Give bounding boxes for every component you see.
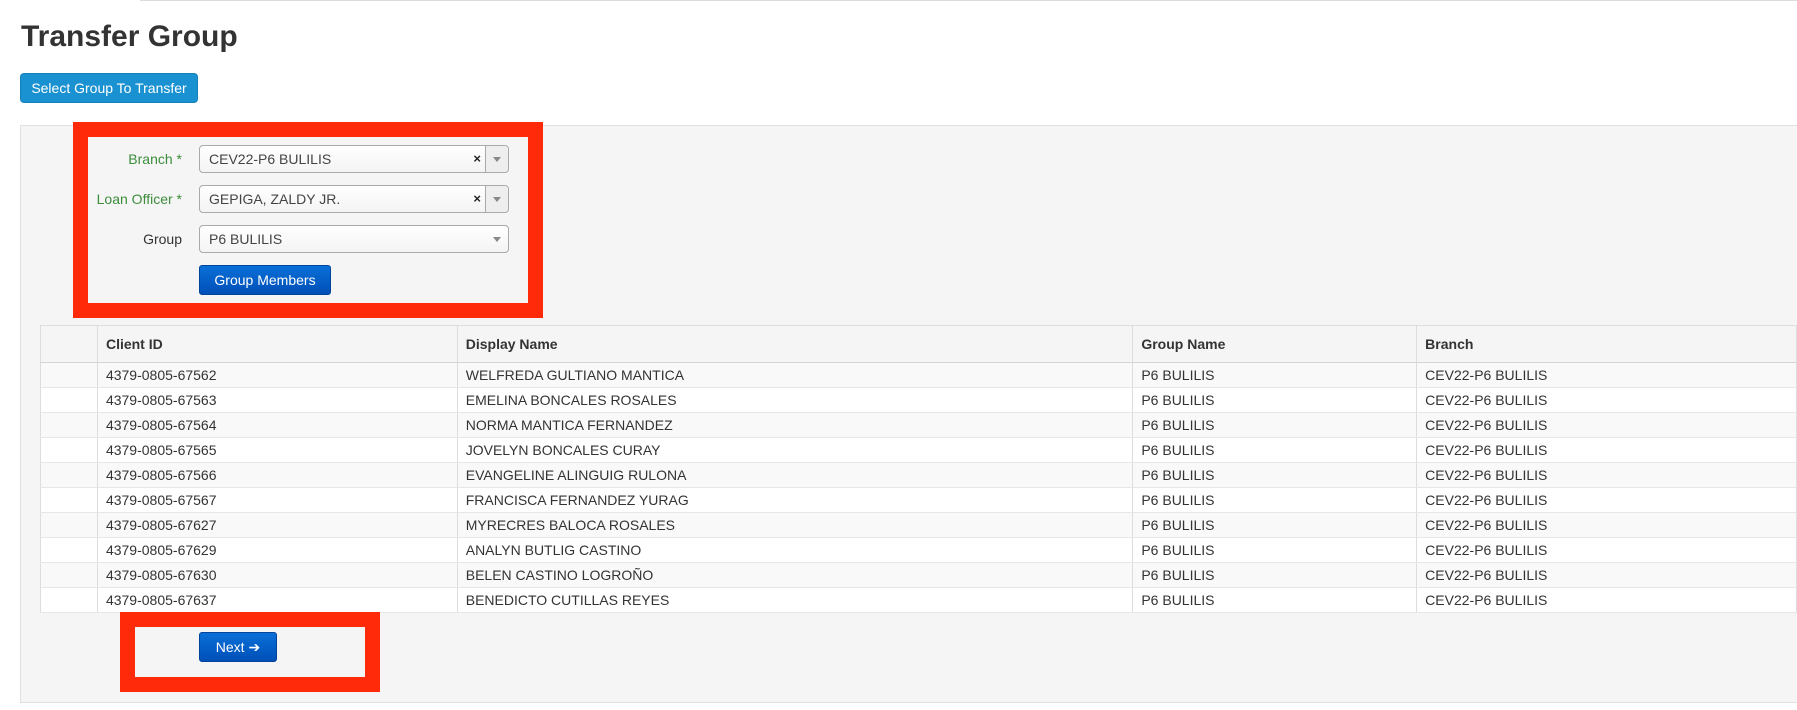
client-id-cell: 4379-0805-67637 — [96, 587, 458, 613]
column-header — [40, 325, 98, 363]
row-selector-cell — [40, 587, 98, 613]
display-name-cell: BELEN CASTINO LOGROÑO — [456, 562, 1134, 588]
table-row[interactable]: 4379-0805-67567 FRANCISCA FERNANDEZ YURAG… — [40, 487, 1797, 513]
select-group-to-transfer-button[interactable]: Select Group To Transfer — [20, 73, 198, 103]
column-header-display-name: Display Name — [456, 325, 1134, 363]
display-name-cell: WELFREDA GULTIANO MANTICA — [456, 362, 1134, 388]
branch-cell: CEV22-P6 BULILIS — [1416, 362, 1797, 388]
branch-cell: CEV22-P6 BULILIS — [1416, 462, 1797, 488]
branch-cell: CEV22-P6 BULILIS — [1416, 537, 1797, 563]
group-name-cell: P6 BULILIS — [1132, 512, 1418, 538]
table-row[interactable]: 4379-0805-67562 WELFREDA GULTIANO MANTICA… — [40, 362, 1797, 388]
client-id-cell: 4379-0805-67563 — [96, 387, 458, 413]
group-name-cell: P6 BULILIS — [1132, 362, 1418, 388]
top-divider — [140, 0, 1797, 1]
display-name-cell: NORMA MANTICA FERNANDEZ — [456, 412, 1134, 438]
annotation-highlight-form — [73, 122, 543, 318]
table-row[interactable]: 4379-0805-67564 NORMA MANTICA FERNANDEZ P6… — [40, 412, 1797, 438]
column-header-group-name: Group Name — [1132, 325, 1418, 363]
branch-cell: CEV22-P6 BULILIS — [1416, 512, 1797, 538]
group-name-cell: P6 BULILIS — [1132, 462, 1418, 488]
client-id-cell: 4379-0805-67565 — [96, 437, 458, 463]
display-name-cell: ANALYN BUTLIG CASTINO — [456, 537, 1134, 563]
branch-cell: CEV22-P6 BULILIS — [1416, 412, 1797, 438]
client-id-cell: 4379-0805-67627 — [96, 512, 458, 538]
group-name-cell: P6 BULILIS — [1132, 487, 1418, 513]
row-selector-cell — [40, 387, 98, 413]
display-name-cell: EVANGELINE ALINGUIG RULONA — [456, 462, 1134, 488]
display-name-cell: EMELINA BONCALES ROSALES — [456, 387, 1134, 413]
group-members-table: Client ID Display Name Group Name Branch… — [40, 325, 1797, 613]
client-id-cell: 4379-0805-67629 — [96, 537, 458, 563]
display-name-cell: JOVELYN BONCALES CURAY — [456, 437, 1134, 463]
table-row[interactable]: 4379-0805-67637 BENEDICTO CUTILLAS REYES P… — [40, 587, 1797, 613]
page-title: Transfer Group — [21, 20, 238, 53]
branch-cell: CEV22-P6 BULILIS — [1416, 487, 1797, 513]
branch-cell: CEV22-P6 BULILIS — [1416, 587, 1797, 613]
display-name-cell: BENEDICTO CUTILLAS REYES — [456, 587, 1134, 613]
client-id-cell: 4379-0805-67630 — [96, 562, 458, 588]
display-name-cell: MYRECRES BALOCA ROSALES — [456, 512, 1134, 538]
table-row[interactable]: 4379-0805-67629 ANALYN BUTLIG CASTINO P6 B… — [40, 537, 1797, 563]
row-selector-cell — [40, 487, 98, 513]
group-name-cell: P6 BULILIS — [1132, 587, 1418, 613]
column-header-client-id: Client ID — [96, 325, 458, 363]
group-name-cell: P6 BULILIS — [1132, 387, 1418, 413]
column-header-branch: Branch — [1416, 325, 1797, 363]
client-id-cell: 4379-0805-67567 — [96, 487, 458, 513]
row-selector-cell — [40, 362, 98, 388]
row-selector-cell — [40, 562, 98, 588]
table-header-row: Client ID Display Name Group Name Branch — [40, 325, 1797, 363]
group-name-cell: P6 BULILIS — [1132, 412, 1418, 438]
table-row[interactable]: 4379-0805-67565 JOVELYN BONCALES CURAY P6 … — [40, 437, 1797, 463]
group-name-cell: P6 BULILIS — [1132, 437, 1418, 463]
row-selector-cell — [40, 437, 98, 463]
branch-cell: CEV22-P6 BULILIS — [1416, 387, 1797, 413]
row-selector-cell — [40, 512, 98, 538]
table-row[interactable]: 4379-0805-67627 MYRECRES BALOCA ROSALES P6… — [40, 512, 1797, 538]
row-selector-cell — [40, 412, 98, 438]
branch-cell: CEV22-P6 BULILIS — [1416, 562, 1797, 588]
group-name-cell: P6 BULILIS — [1132, 562, 1418, 588]
table-row[interactable]: 4379-0805-67563 EMELINA BONCALES ROSALES P… — [40, 387, 1797, 413]
client-id-cell: 4379-0805-67566 — [96, 462, 458, 488]
display-name-cell: FRANCISCA FERNANDEZ YURAG — [456, 487, 1134, 513]
client-id-cell: 4379-0805-67562 — [96, 362, 458, 388]
group-name-cell: P6 BULILIS — [1132, 537, 1418, 563]
annotation-highlight-next — [120, 612, 380, 692]
table-row[interactable]: 4379-0805-67566 EVANGELINE ALINGUIG RULON… — [40, 462, 1797, 488]
client-id-cell: 4379-0805-67564 — [96, 412, 458, 438]
branch-cell: CEV22-P6 BULILIS — [1416, 437, 1797, 463]
row-selector-cell — [40, 462, 98, 488]
table-row[interactable]: 4379-0805-67630 BELEN CASTINO LOGROÑO P6 B… — [40, 562, 1797, 588]
row-selector-cell — [40, 537, 98, 563]
